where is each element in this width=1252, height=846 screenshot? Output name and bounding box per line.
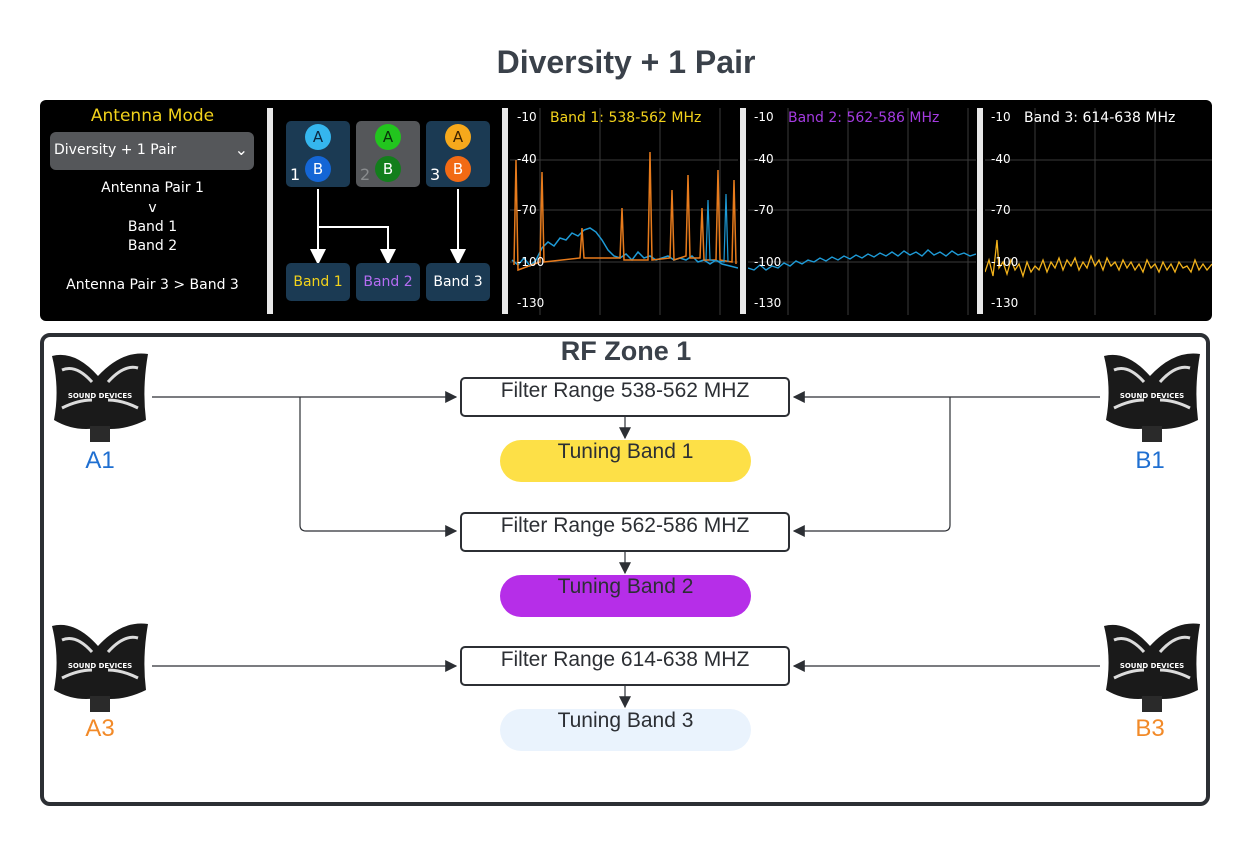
brand-logo-text: SOUND DEVICES — [68, 392, 132, 400]
antenna-b1-icon: SOUND DEVICES — [1104, 353, 1200, 442]
antenna-a3-icon: SOUND DEVICES — [52, 623, 148, 712]
antenna-a1-icon: SOUND DEVICES — [52, 353, 148, 442]
antenna-b3-icon: SOUND DEVICES — [1104, 623, 1200, 712]
antenna-a3-label: A3 — [85, 715, 115, 742]
filter-range-1: Filter Range 538-562 MHZ — [460, 377, 790, 417]
brand-logo-text: SOUND DEVICES — [1120, 392, 1184, 400]
filter-range-2: Filter Range 562-586 MHZ — [460, 512, 790, 552]
tuning-band-3: Tuning Band 3 — [500, 709, 751, 751]
antenna-a1-label: A1 — [85, 447, 115, 474]
antenna-b3-label: B3 — [1135, 715, 1165, 742]
antenna-b1-label: B1 — [1135, 447, 1165, 474]
filter-range-3: Filter Range 614-638 MHZ — [460, 646, 790, 686]
brand-logo-text: SOUND DEVICES — [1120, 662, 1184, 670]
tuning-band-1: Tuning Band 1 — [500, 440, 751, 482]
tuning-band-2: Tuning Band 2 — [500, 575, 751, 617]
brand-logo-text: SOUND DEVICES — [68, 662, 132, 670]
